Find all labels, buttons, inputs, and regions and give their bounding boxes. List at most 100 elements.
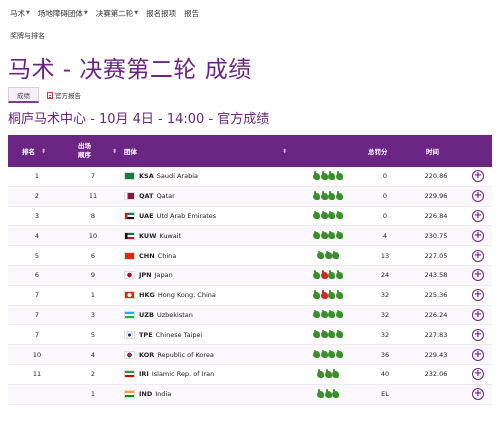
horse-clear-icon [335, 210, 343, 220]
expand-row-button[interactable]: + [464, 345, 492, 364]
expand-row-button[interactable]: + [464, 187, 492, 206]
rank-cell: 10 [32, 350, 42, 359]
nav-medals-rankings[interactable]: 奖牌与排名 [10, 31, 45, 41]
table-row[interactable]: 7 3 UZB Uzbekistan 32 226.24 + [8, 305, 492, 326]
header-team[interactable]: 团体 [124, 135, 137, 167]
header-rank[interactable]: 排名 ⬍ [22, 135, 46, 167]
table-row[interactable]: 5 6 CHN China 13 227.05 + [8, 246, 492, 266]
top-nav: 马术 ▼ 场地障碍团体 ▼ 决赛第二轮 ▼ 报名报项 报告 [10, 7, 199, 19]
team-name: Republic of Korea [157, 350, 214, 359]
expand-row-button[interactable]: + [464, 365, 492, 384]
team-name: India [155, 390, 172, 399]
horse-status-icons [306, 226, 350, 245]
table-row[interactable]: 7 5 TPE Chinese Taipei 32 227.83 + [8, 325, 492, 346]
expand-row-button[interactable]: + [464, 385, 492, 404]
team-cell[interactable]: KUW Kuwait [124, 226, 181, 245]
time-cell: 226.24 [424, 310, 448, 319]
header-time-label: 时间 [426, 148, 439, 156]
expand-row-button[interactable]: + [464, 266, 492, 285]
tab-results[interactable]: 成绩 [8, 87, 39, 103]
table-row[interactable]: 6 9 JPN Japan 24 243.58 + [8, 265, 492, 286]
header-order-sort[interactable]: ⬍ [106, 135, 117, 167]
table-row[interactable]: 1 7 KSA Saudi Arabia 0 220.86 + [8, 167, 492, 187]
rank-cell [8, 385, 66, 404]
header-order-line2: 顺序 [78, 151, 91, 159]
team-cell[interactable]: IND India [124, 385, 171, 404]
noc-code: HKG [139, 291, 155, 300]
expand-row-button[interactable]: + [464, 226, 492, 245]
expand-row-button[interactable]: + [464, 286, 492, 305]
start-order-cell: 8 [90, 211, 96, 220]
noc-code: UZB [139, 310, 154, 319]
penalty-points-cell: 32 [380, 330, 390, 339]
time-cell: 220.86 [424, 172, 448, 181]
time-cell: 229.43 [424, 350, 448, 359]
header-order-line1: 出场 [78, 142, 91, 150]
table-row[interactable]: 10 4 KOR Republic of Korea 36 229.43 + [8, 345, 492, 365]
plus-circle-icon: + [472, 328, 484, 341]
plus-circle-icon: + [472, 368, 484, 381]
team-cell[interactable]: KSA Saudi Arabia [124, 167, 198, 186]
nav-item[interactable]: 场地障碍团体 ▼ [38, 7, 88, 19]
horse-clear-icon [335, 349, 343, 359]
table-row[interactable]: 2 11 QAT Qatar 0 229.96 + [8, 186, 492, 207]
time-cell: 232.06 [424, 370, 448, 379]
team-cell[interactable]: IRI Islamic Rep. of Iran [124, 365, 214, 384]
horse-clear-icon [313, 349, 321, 359]
team-cell[interactable]: UAE Utd Arab Emirates [124, 207, 216, 226]
rank-cell: 7 [34, 310, 40, 319]
team-cell[interactable]: JPN Japan [124, 266, 173, 285]
team-name: Japan [154, 271, 173, 280]
rank-cell: 1 [34, 172, 40, 181]
start-order-cell: 3 [90, 310, 96, 319]
table-row[interactable]: 11 2 IRI Islamic Rep. of Iran 40 232.06 + [8, 365, 492, 385]
table-row[interactable]: 4 10 KUW Kuwait 4 230.75 + [8, 226, 492, 247]
expand-row-button[interactable]: + [464, 167, 492, 186]
team-name: Islamic Rep. of Iran [151, 370, 215, 379]
penalty-points-cell: 0 [382, 211, 388, 220]
plus-circle-icon: + [472, 229, 484, 242]
horse-clear-icon [328, 230, 336, 240]
horse-clear-icon [313, 329, 321, 339]
penalty-points-cell: 32 [380, 310, 390, 319]
nav-item[interactable]: 决赛第二轮 ▼ [96, 7, 138, 19]
team-cell[interactable]: HKG Hong Kong, China [124, 286, 216, 305]
team-cell[interactable]: CHN China [124, 246, 176, 265]
horse-clear-icon [328, 270, 336, 279]
chevron-down-icon: ▼ [26, 10, 30, 16]
nav-item[interactable]: 报名报项 [146, 7, 176, 19]
time-cell: 230.75 [424, 231, 448, 240]
team-cell[interactable]: TPE Chinese Taipei [124, 325, 202, 344]
penalty-points-cell: 0 [382, 172, 388, 181]
table-row[interactable]: 1 IND India EL + [8, 384, 492, 405]
expand-row-button[interactable]: + [464, 306, 492, 325]
uae-flag-icon [124, 211, 135, 220]
team-name: Utd Arab Emirates [156, 211, 217, 220]
nav-item[interactable]: 马术 ▼ [10, 7, 30, 19]
document-icon [47, 91, 53, 99]
horse-clear-icon [328, 290, 336, 299]
horse-clear-icon [320, 230, 328, 240]
table-row[interactable]: 3 8 UAE Utd Arab Emirates 0 226.84 + [8, 207, 492, 227]
noc-code: TPE [139, 330, 153, 339]
nav-item-label: 场地障碍团体 [37, 8, 83, 18]
header-time[interactable]: 时间 [426, 135, 439, 167]
expand-row-button[interactable]: + [464, 207, 492, 226]
header-team-label: 团体 [124, 148, 137, 156]
header-team-sort[interactable]: ⬍ [276, 135, 287, 167]
expand-row-button[interactable]: + [464, 325, 492, 344]
team-cell[interactable]: KOR Republic of Korea [124, 345, 214, 364]
tab-official-report[interactable]: 官方报告 [39, 87, 89, 103]
horse-clear-icon [313, 191, 321, 200]
horse-clear-icon [328, 309, 336, 319]
team-cell[interactable]: UZB Uzbekistan [124, 306, 193, 325]
header-points[interactable]: 总罚分 [368, 135, 388, 167]
table-row[interactable]: 7 1 HKG Hong Kong, China 32 225.36 + [8, 286, 492, 306]
nav-item[interactable]: 报告 [184, 7, 199, 19]
expand-row-button[interactable]: + [464, 246, 492, 265]
penalty-points-cell: EL [381, 390, 389, 399]
horse-clear-icon [320, 210, 328, 220]
team-cell[interactable]: QAT Qatar [124, 187, 175, 206]
horse-status-icons [306, 286, 350, 305]
header-order[interactable]: 出场 顺序 [78, 135, 91, 167]
